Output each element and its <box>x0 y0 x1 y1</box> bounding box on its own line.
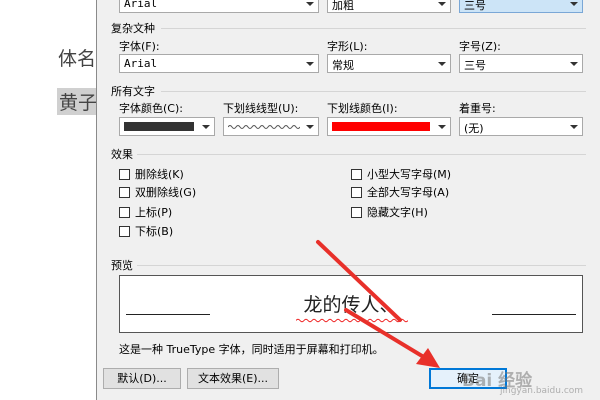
checkbox-box[interactable] <box>119 225 130 237</box>
preview-wavy-underline <box>296 318 408 323</box>
checkbox-box[interactable] <box>119 186 130 198</box>
western-font-combo[interactable]: Arial <box>119 0 319 13</box>
all-caps-checkbox[interactable]: 全部大写字母(A) <box>351 184 449 200</box>
complex-size-value: 三号 <box>464 59 486 72</box>
emphasis-mark-combo[interactable]: (无) <box>459 117 583 136</box>
complex-style-label: 字形(L): <box>327 40 368 53</box>
underline-color-combo[interactable] <box>327 117 451 136</box>
double-strikethrough-label: 双删除线(G) <box>135 186 197 199</box>
checkbox-box[interactable] <box>351 206 362 218</box>
chevron-down-icon[interactable] <box>434 0 450 12</box>
text-effects-button[interactable]: 文本效果(E)... <box>187 368 279 389</box>
checkbox-box[interactable] <box>351 186 362 198</box>
strikethrough-label: 删除线(K) <box>135 168 184 181</box>
chevron-down-icon[interactable] <box>302 0 318 12</box>
underline-color-swatch <box>332 122 430 131</box>
checkbox-box[interactable] <box>351 168 362 180</box>
chevron-down-icon[interactable] <box>302 55 318 72</box>
complex-style-combo[interactable]: 常规 <box>327 54 451 73</box>
chevron-down-icon[interactable] <box>198 118 214 135</box>
superscript-label: 上标(P) <box>135 206 173 219</box>
chevron-down-icon[interactable] <box>566 0 582 12</box>
subscript-checkbox[interactable]: 下标(B) <box>119 223 173 239</box>
chevron-down-icon[interactable] <box>302 118 318 135</box>
font-color-combo[interactable] <box>119 117 215 136</box>
emphasis-mark-label: 着重号: <box>459 102 496 115</box>
font-color-swatch <box>124 122 194 131</box>
group-divider <box>161 91 586 92</box>
small-caps-checkbox[interactable]: 小型大写字母(M) <box>351 166 451 182</box>
complex-size-label: 字号(Z): <box>459 40 501 53</box>
group-divider <box>161 28 586 29</box>
checkbox-box[interactable] <box>119 168 130 180</box>
underline-color-label: 下划线颜色(I): <box>327 102 398 115</box>
chevron-down-icon[interactable] <box>566 55 582 72</box>
underline-type-combo[interactable] <box>223 117 319 136</box>
preview-box: 龙的传人、 <box>119 275 583 333</box>
western-size-value: 三号 <box>464 0 486 12</box>
chevron-down-icon[interactable] <box>566 118 582 135</box>
chevron-down-icon[interactable] <box>434 118 450 135</box>
hidden-text-checkbox[interactable]: 隐藏文字(H) <box>351 204 428 220</box>
western-style-value: 加粗 <box>332 0 354 12</box>
document-text-line: 体名 <box>58 48 97 70</box>
emphasis-mark-value: (无) <box>464 122 484 135</box>
complex-font-value: Arial <box>124 57 158 70</box>
group-divider <box>137 154 586 155</box>
font-info-note: 这是一种 TrueType 字体，同时适用于屏幕和打印机。 <box>119 343 384 356</box>
preview-group-title: 预览 <box>111 259 133 272</box>
complex-font-combo[interactable]: Arial <box>119 54 319 73</box>
complex-script-group-title: 复杂文种 <box>111 22 155 35</box>
small-caps-label: 小型大写字母(M) <box>367 168 452 181</box>
wavy-underline-icon <box>228 125 300 129</box>
document-selected-text[interactable]: 黄子 <box>57 88 100 115</box>
chevron-down-icon[interactable] <box>434 55 450 72</box>
default-button[interactable]: 默认(D)... <box>103 368 181 389</box>
western-style-combo[interactable]: 加粗 <box>327 0 451 13</box>
complex-font-label: 字体(F): <box>119 40 160 53</box>
western-size-combo[interactable]: 三号 <box>459 0 583 13</box>
watermark-url: jingyan.baidu.com <box>500 386 584 396</box>
all-text-group-title: 所有文字 <box>111 85 155 98</box>
hidden-text-label: 隐藏文字(H) <box>367 206 428 219</box>
strikethrough-checkbox[interactable]: 删除线(K) <box>119 166 184 182</box>
checkbox-box[interactable] <box>119 206 130 218</box>
group-divider <box>137 265 586 266</box>
superscript-checkbox[interactable]: 上标(P) <box>119 204 172 220</box>
font-dialog: Arial 加粗 三号 复杂文种 字体(F): 字形(L): 字号(Z): Ar… <box>96 0 600 400</box>
preview-sample-text: 龙的传人、 <box>303 294 399 316</box>
subscript-label: 下标(B) <box>135 225 174 238</box>
underline-type-label: 下划线线型(U): <box>223 102 299 115</box>
double-strikethrough-checkbox[interactable]: 双删除线(G) <box>119 184 196 200</box>
complex-size-combo[interactable]: 三号 <box>459 54 583 73</box>
effects-group-title: 效果 <box>111 148 133 161</box>
font-color-label: 字体颜色(C): <box>119 102 183 115</box>
complex-style-value: 常规 <box>332 59 354 72</box>
western-font-value: Arial <box>124 0 158 10</box>
all-caps-label: 全部大写字母(A) <box>367 186 450 199</box>
